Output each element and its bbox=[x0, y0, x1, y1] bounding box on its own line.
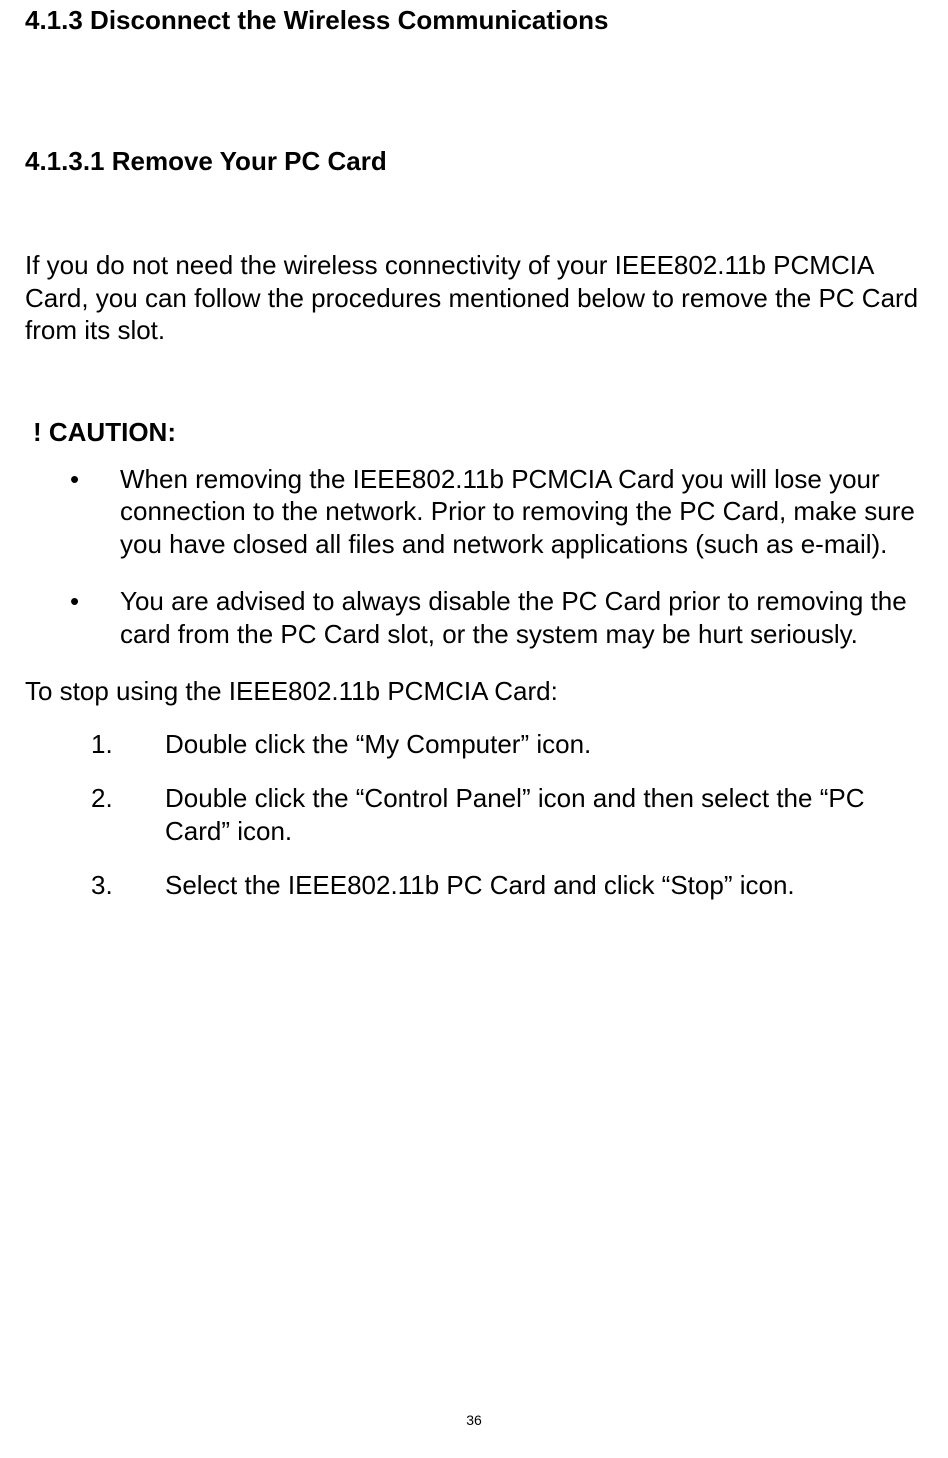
caution-item: You are advised to always disable the PC… bbox=[25, 585, 923, 650]
intro-paragraph: If you do not need the wireless connecti… bbox=[25, 249, 923, 347]
step-number: 2. bbox=[91, 782, 113, 815]
step-number: 3. bbox=[91, 869, 113, 902]
caution-heading: ! CAUTION: bbox=[33, 417, 923, 448]
steps-list: 1. Double click the “My Computer” icon. … bbox=[25, 728, 923, 902]
step-text: Double click the “Control Panel” icon an… bbox=[165, 783, 864, 846]
section-heading: 4.1.3 Disconnect the Wireless Communicat… bbox=[25, 5, 923, 36]
page-number: 36 bbox=[0, 1412, 948, 1428]
step-text: Select the IEEE802.11b PC Card and click… bbox=[165, 870, 795, 900]
step-item: 2. Double click the “Control Panel” icon… bbox=[25, 782, 923, 847]
step-item: 1. Double click the “My Computer” icon. bbox=[25, 728, 923, 761]
steps-intro: To stop using the IEEE802.11b PCMCIA Car… bbox=[25, 675, 923, 708]
caution-item: When removing the IEEE802.11b PCMCIA Car… bbox=[25, 463, 923, 561]
step-number: 1. bbox=[91, 728, 113, 761]
step-item: 3. Select the IEEE802.11b PC Card and cl… bbox=[25, 869, 923, 902]
subsection-heading: 4.1.3.1 Remove Your PC Card bbox=[25, 146, 923, 177]
step-text: Double click the “My Computer” icon. bbox=[165, 729, 591, 759]
caution-list: When removing the IEEE802.11b PCMCIA Car… bbox=[25, 463, 923, 651]
